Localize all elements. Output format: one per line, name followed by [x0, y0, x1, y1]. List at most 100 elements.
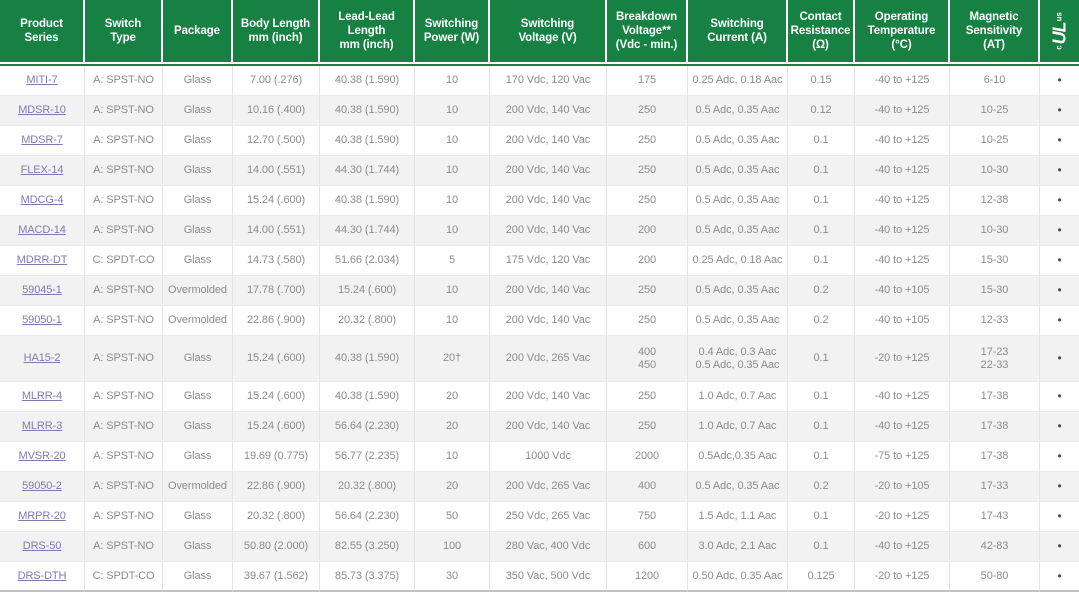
cell-product-series: HA15-2: [0, 336, 85, 382]
cell-operating-temperature: -40 to +125: [855, 186, 950, 216]
product-series-link[interactable]: MVSR-20: [19, 450, 66, 462]
product-series-link[interactable]: MITI-7: [26, 74, 57, 86]
cell-product-series: MLRR-4: [0, 382, 85, 412]
product-series-link[interactable]: 59050-2: [22, 480, 62, 492]
cell-switching-current: 0.5 Adc, 0.35 Aac: [688, 276, 788, 306]
product-series-link[interactable]: MDSR-7: [21, 134, 63, 146]
cell-ul-listed-dot: •: [1040, 246, 1079, 276]
cell-lead-lead-length: 40.38 (1.590): [320, 126, 415, 156]
cell-switching-current: 0.5 Adc, 0.35 Aac: [688, 156, 788, 186]
table-row: MDCG-4 A: SPST-NO Glass 15.24 (.600) 40.…: [0, 186, 1079, 216]
cell-contact-resistance: 0.2: [788, 276, 855, 306]
cell-switch-type: A: SPST-NO: [85, 442, 163, 472]
cell-ul-listed-dot: •: [1040, 306, 1079, 336]
cell-lead-lead-length: 44.30 (1.744): [320, 156, 415, 186]
cell-ul-listed-dot: •: [1040, 382, 1079, 412]
cell-lead-lead-length: 56.64 (2.230): [320, 412, 415, 442]
cell-breakdown-voltage: 250: [607, 276, 688, 306]
cell-switch-type: A: SPST-NO: [85, 412, 163, 442]
cell-body-length: 20.32 (.800): [233, 502, 320, 532]
product-series-link[interactable]: FLEX-14: [21, 164, 64, 176]
cell-package: Glass: [163, 562, 233, 592]
table-row: 59050-2 A: SPST-NO Overmolded 22.86 (.90…: [0, 472, 1079, 502]
cell-switch-type: C: SPDT-CO: [85, 562, 163, 592]
cell-switching-current: 1.5 Adc, 1.1 Aac: [688, 502, 788, 532]
cell-package: Glass: [163, 66, 233, 96]
cell-package: Overmolded: [163, 472, 233, 502]
product-series-link[interactable]: 59045-1: [22, 284, 62, 296]
product-series-link[interactable]: MDRR-DT: [17, 254, 68, 266]
product-series-link[interactable]: DRS-50: [23, 540, 62, 552]
cell-magnetic-sensitivity: 17-43: [950, 502, 1040, 532]
cell-switching-voltage: 200 Vdc, 265 Vac: [490, 336, 607, 382]
cell-lead-lead-length: 40.38 (1.590): [320, 66, 415, 96]
cell-lead-lead-length: 85.73 (3.375): [320, 562, 415, 592]
cell-switching-power: 20: [415, 382, 490, 412]
cell-switch-type: A: SPST-NO: [85, 66, 163, 96]
product-series-link[interactable]: MLRR-3: [22, 420, 62, 432]
cell-body-length: 14.73 (.580): [233, 246, 320, 276]
cell-switching-power: 10: [415, 306, 490, 336]
product-series-link[interactable]: 59050-1: [22, 314, 62, 326]
cell-switching-current: 0.5 Adc, 0.35 Aac: [688, 96, 788, 126]
cell-breakdown-voltage: 175: [607, 66, 688, 96]
cell-package: Glass: [163, 216, 233, 246]
cell-lead-lead-length: 20.32 (.800): [320, 306, 415, 336]
cell-switching-power: 10: [415, 186, 490, 216]
cell-switch-type: A: SPST-NO: [85, 186, 163, 216]
product-series-link[interactable]: MDSR-10: [18, 104, 66, 116]
table-row: MITI-7 A: SPST-NO Glass 7.00 (.276) 40.3…: [0, 66, 1079, 96]
cell-body-length: 22.86 (.900): [233, 472, 320, 502]
cell-ul-listed-dot: •: [1040, 96, 1079, 126]
cell-switching-voltage: 175 Vdc, 120 Vac: [490, 246, 607, 276]
cell-magnetic-sensitivity: 15-30: [950, 276, 1040, 306]
cell-product-series: 59050-1: [0, 306, 85, 336]
cell-contact-resistance: 0.1: [788, 126, 855, 156]
product-series-link[interactable]: DRS-DTH: [18, 570, 67, 582]
cell-switching-current: 0.25 Adc, 0.18 Aac: [688, 246, 788, 276]
cell-contact-resistance: 0.1: [788, 442, 855, 472]
cell-breakdown-voltage: 400 450: [607, 336, 688, 382]
cell-lead-lead-length: 51.66 (2.034): [320, 246, 415, 276]
cell-lead-lead-length: 56.77 (2.235): [320, 442, 415, 472]
cell-switching-power: 20: [415, 412, 490, 442]
cell-switching-power: 30: [415, 562, 490, 592]
cell-operating-temperature: -40 to +125: [855, 66, 950, 96]
cell-package: Overmolded: [163, 306, 233, 336]
product-series-link[interactable]: MDCG-4: [21, 194, 64, 206]
cell-switching-current: 0.5 Adc, 0.35 Aac: [688, 126, 788, 156]
cell-operating-temperature: -40 to +125: [855, 532, 950, 562]
cell-switching-voltage: 200 Vdc, 140 Vac: [490, 276, 607, 306]
col-header-body-length: Body Length mm (inch): [233, 0, 320, 64]
cell-contact-resistance: 0.12: [788, 96, 855, 126]
col-header-switch-type: Switch Type: [85, 0, 163, 64]
product-series-link[interactable]: MRPR-20: [18, 510, 66, 522]
table-header: Product Series Switch Type Package Body …: [0, 0, 1079, 64]
table-row: MACD-14 A: SPST-NO Glass 14.00 (.551) 44…: [0, 216, 1079, 246]
cell-switching-voltage: 200 Vdc, 140 Vac: [490, 186, 607, 216]
cell-switch-type: A: SPST-NO: [85, 336, 163, 382]
cell-magnetic-sensitivity: 17-38: [950, 412, 1040, 442]
cell-package: Glass: [163, 442, 233, 472]
product-series-link[interactable]: HA15-2: [24, 352, 61, 364]
table-row: MVSR-20 A: SPST-NO Glass 19.69 (0.775) 5…: [0, 442, 1079, 472]
ul-mark-c-label: c: [1054, 45, 1064, 50]
cell-switching-voltage: 200 Vdc, 265 Vac: [490, 472, 607, 502]
cell-switching-power: 10: [415, 216, 490, 246]
ul-mark-us-label: us: [1054, 12, 1064, 22]
cell-ul-listed-dot: •: [1040, 186, 1079, 216]
cell-switching-voltage: 200 Vdc, 140 Vac: [490, 96, 607, 126]
cell-breakdown-voltage: 250: [607, 382, 688, 412]
cell-body-length: 7.00 (.276): [233, 66, 320, 96]
product-series-link[interactable]: MACD-14: [18, 224, 66, 236]
cell-switching-voltage: 200 Vdc, 140 Vac: [490, 126, 607, 156]
cell-switching-power: 10: [415, 126, 490, 156]
cell-switching-voltage: 170 Vdc, 120 Vac: [490, 66, 607, 96]
cell-switching-voltage: 350 Vac, 500 Vdc: [490, 562, 607, 592]
product-series-link[interactable]: MLRR-4: [22, 390, 62, 402]
cell-switching-current: 0.4 Adc, 0.3 Aac 0.5 Adc, 0.35 Aac: [688, 336, 788, 382]
col-header-lead-lead-length: Lead-Lead Length mm (inch): [320, 0, 415, 64]
cell-breakdown-voltage: 250: [607, 412, 688, 442]
cell-ul-listed-dot: •: [1040, 156, 1079, 186]
cell-switching-current: 3.0 Adc, 2.1 Aac: [688, 532, 788, 562]
